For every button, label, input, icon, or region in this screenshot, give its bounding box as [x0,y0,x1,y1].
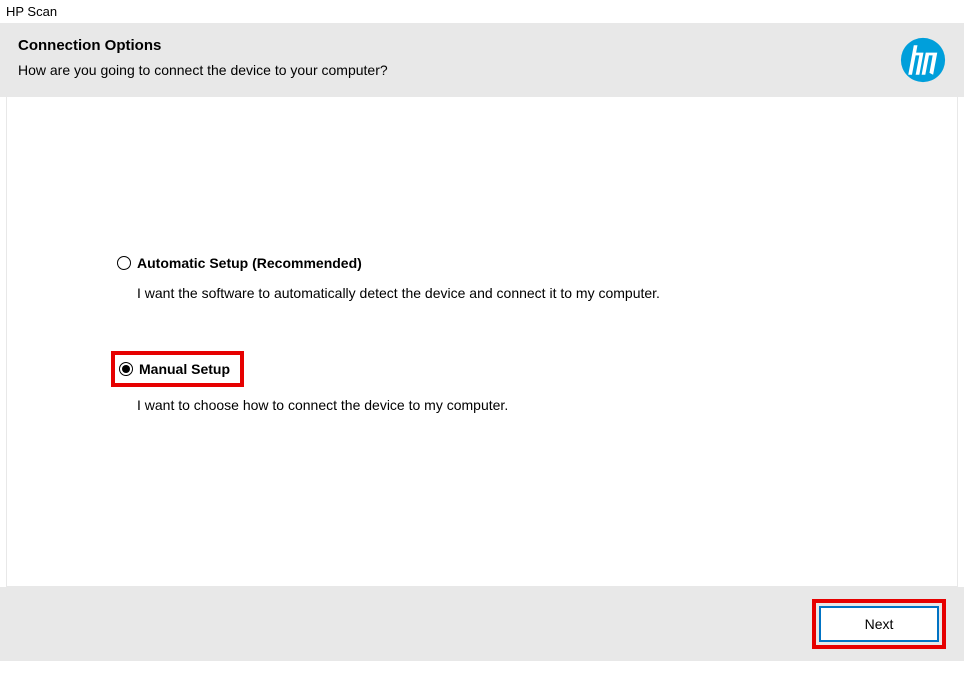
options-container: Automatic Setup (Recommended) I want the… [7,97,957,413]
window-title: HP Scan [0,0,964,23]
content-area: Automatic Setup (Recommended) I want the… [6,97,958,587]
radio-manual[interactable]: Manual Setup [111,351,244,387]
option-automatic-description: I want the software to automatically det… [137,285,957,301]
header-bar: Connection Options How are you going to … [0,23,964,97]
page-subtitle: How are you going to connect the device … [18,62,388,78]
option-automatic-label: Automatic Setup (Recommended) [137,255,362,271]
next-button[interactable]: Next [819,606,939,642]
option-manual-description: I want to choose how to connect the devi… [137,397,957,413]
radio-icon [117,256,131,270]
radio-selected-icon [122,365,130,373]
next-button-highlight: Next [812,599,946,649]
page-title: Connection Options [18,37,388,54]
footer-bar: Next [0,587,964,661]
radio-icon [119,362,133,376]
radio-automatic[interactable]: Automatic Setup (Recommended) [111,252,368,274]
hp-logo-icon [900,37,946,83]
option-manual: Manual Setup I want to choose how to con… [111,351,957,413]
option-manual-label: Manual Setup [139,361,230,377]
option-automatic: Automatic Setup (Recommended) I want the… [111,252,957,301]
header-text: Connection Options How are you going to … [18,37,388,78]
